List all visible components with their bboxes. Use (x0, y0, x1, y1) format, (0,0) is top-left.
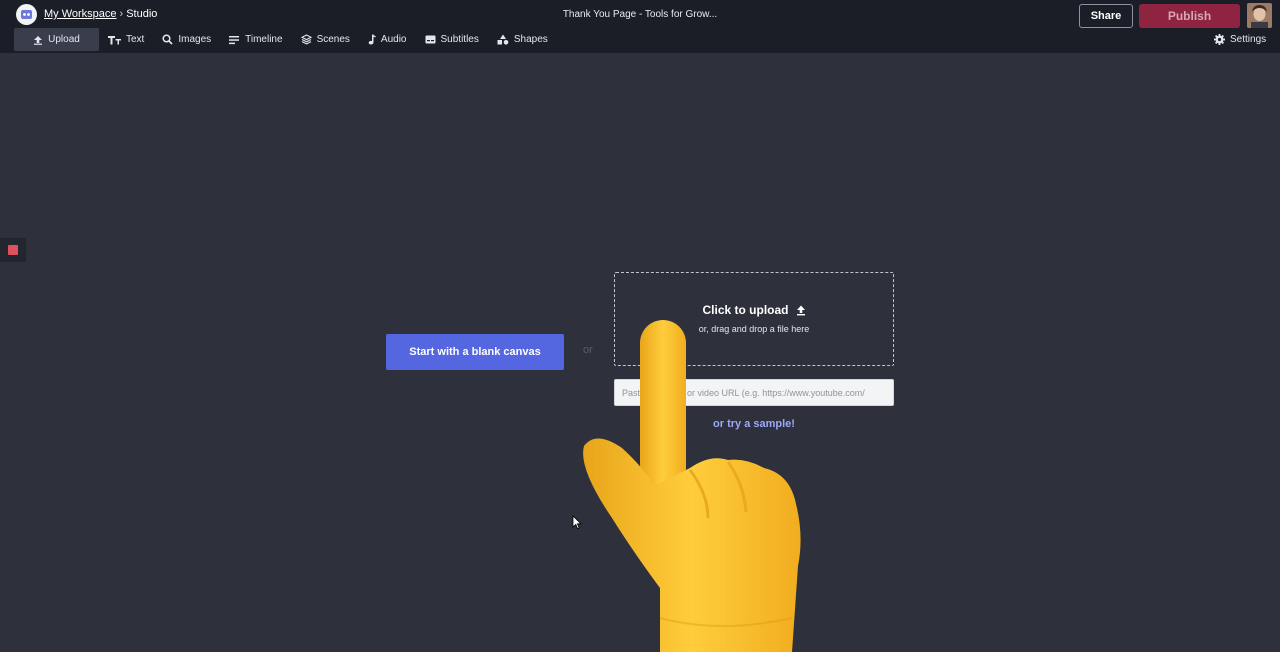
tab-shapes[interactable]: Shapes (488, 28, 557, 51)
settings-button[interactable]: Settings (1214, 28, 1266, 51)
tab-scenes-label: Scenes (316, 34, 350, 45)
tab-subtitles[interactable]: Subtitles (416, 28, 488, 51)
shapes-icon (497, 34, 509, 45)
try-sample-link[interactable]: or try a sample! (614, 418, 894, 430)
tab-timeline[interactable]: Timeline (220, 28, 291, 51)
tab-subtitles-label: Subtitles (440, 34, 479, 45)
editor-toolbar: Upload Text Images Timeline Scenes Audio… (14, 28, 557, 51)
upload-icon (34, 35, 43, 45)
record-dot-icon (8, 245, 18, 255)
upload-dropzone[interactable]: Click to upload or, drag and drop a file… (614, 272, 894, 366)
upload-subtitle: or, drag and drop a file here (698, 324, 810, 334)
top-bar: My Workspace › Studio Thank You Page - Too… (0, 0, 1280, 53)
record-indicator[interactable] (0, 238, 26, 262)
text-icon (108, 35, 121, 44)
tab-audio-label: Audio (380, 34, 407, 45)
search-icon (162, 34, 173, 45)
share-button[interactable]: Share (1079, 4, 1133, 28)
tab-images[interactable]: Images (153, 28, 220, 51)
upload-title-text: Click to upload (702, 303, 789, 317)
pointing-hand-icon (583, 320, 801, 652)
publish-button[interactable]: Publish (1139, 4, 1240, 28)
tab-scenes[interactable]: Scenes (292, 28, 359, 51)
tab-shapes-label: Shapes (513, 34, 548, 45)
layers-icon (300, 34, 312, 45)
upload-title: Click to upload (615, 303, 893, 317)
tab-audio[interactable]: Audio (359, 28, 416, 51)
tab-images-label: Images (178, 34, 212, 45)
tab-upload-label: Upload (48, 34, 80, 45)
or-separator: or (583, 344, 593, 356)
user-avatar[interactable] (1247, 3, 1272, 28)
music-note-icon (368, 34, 376, 45)
tab-timeline-label: Timeline (245, 34, 283, 45)
tab-text-label: Text (126, 34, 145, 45)
blank-canvas-button[interactable]: Start with a blank canvas (386, 334, 564, 370)
timeline-icon (229, 35, 240, 44)
subtitles-icon (425, 35, 435, 44)
tab-text[interactable]: Text (99, 28, 153, 51)
tab-upload[interactable]: Upload (14, 28, 99, 51)
gear-icon (1214, 34, 1225, 45)
settings-label: Settings (1230, 34, 1267, 45)
media-url-input[interactable] (614, 379, 894, 406)
upload-arrow-icon (796, 305, 805, 315)
mouse-cursor-icon (572, 515, 582, 530)
